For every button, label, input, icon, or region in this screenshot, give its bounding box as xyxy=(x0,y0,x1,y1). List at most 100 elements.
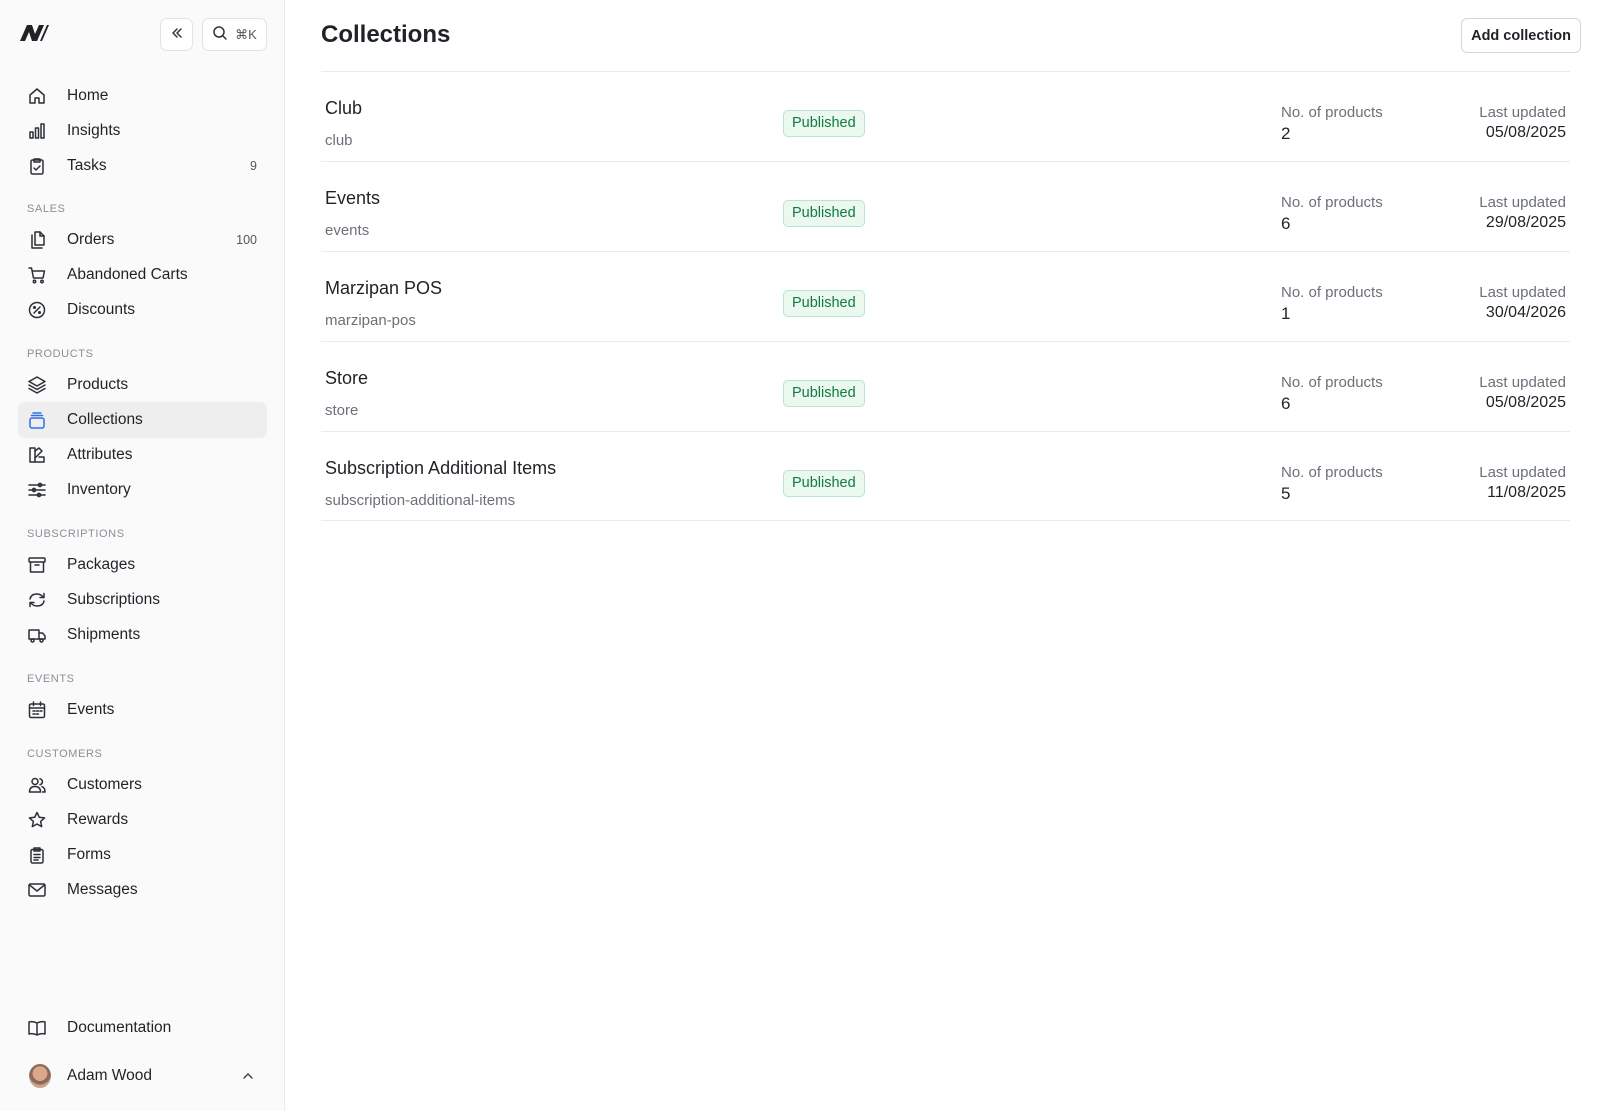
sidebar-item-documentation[interactable]: Documentation xyxy=(18,1010,267,1046)
last-updated-label: Last updated xyxy=(1479,284,1566,301)
forms-icon xyxy=(27,845,47,865)
collection-name[interactable]: Store xyxy=(325,368,368,389)
calendar-icon xyxy=(27,700,47,720)
cart-icon xyxy=(27,265,47,285)
collection-row[interactable]: Subscription Additional Items subscriptio… xyxy=(321,431,1570,521)
search-icon xyxy=(212,25,228,44)
product-count-label: No. of products xyxy=(1281,464,1383,481)
archive-icon xyxy=(27,555,47,575)
sidebar-item-events[interactable]: Events xyxy=(18,692,267,728)
sidebar-item-discounts[interactable]: Discounts xyxy=(18,292,267,328)
attributes-icon xyxy=(27,445,47,465)
last-updated-date: 29/08/2025 xyxy=(1485,214,1566,231)
sidebar-item-attributes[interactable]: Attributes xyxy=(18,437,267,473)
last-updated-label: Last updated xyxy=(1479,194,1566,211)
last-updated-label: Last updated xyxy=(1479,464,1566,481)
section-title-customers: Customers xyxy=(27,748,103,760)
collection-name[interactable]: Subscription Additional Items xyxy=(325,458,556,479)
last-updated-date: 05/08/2025 xyxy=(1485,124,1566,141)
status-badge: Published xyxy=(783,110,865,137)
section-title-sales: Sales xyxy=(27,203,66,215)
collection-name[interactable]: Club xyxy=(325,98,362,119)
last-updated-label: Last updated xyxy=(1479,374,1566,391)
chevrons-left-icon xyxy=(170,26,184,43)
section-title-subscriptions: Subscriptions xyxy=(27,528,125,540)
sidebar-item-abandoned-carts[interactable]: Abandoned Carts xyxy=(18,257,267,293)
sidebar-item-collections[interactable]: Collections xyxy=(18,402,267,438)
sidebar-item-label: Collections xyxy=(67,411,143,428)
sidebar-item-label: Insights xyxy=(67,122,121,139)
last-updated-date: 30/04/2026 xyxy=(1485,304,1566,321)
sidebar-item-label: Inventory xyxy=(67,481,131,498)
sidebar-item-home[interactable]: Home xyxy=(18,78,267,114)
status-badge: Published xyxy=(783,470,865,497)
sidebar-item-label: Abandoned Carts xyxy=(67,266,188,283)
user-menu[interactable]: Adam Wood xyxy=(18,1058,267,1094)
sidebar-item-packages[interactable]: Packages xyxy=(18,547,267,583)
avatar xyxy=(29,1064,51,1088)
collection-row[interactable]: Marzipan POS marzipan-pos Published No. of … xyxy=(321,251,1570,341)
status-badge: Published xyxy=(783,200,865,227)
search-shortcut: ⌘K xyxy=(235,26,257,42)
collection-list: Club club Published No. of products 2 Last up… xyxy=(321,71,1570,521)
product-count-label: No. of products xyxy=(1281,104,1383,121)
sidebar-topbar: ⌘K xyxy=(0,0,284,66)
users-icon xyxy=(27,775,47,795)
refresh-icon xyxy=(27,590,47,610)
chevron-up-icon xyxy=(241,1069,255,1083)
home-icon xyxy=(27,86,47,106)
main-content: Collections Add collection Club club Publi… xyxy=(285,0,1600,1111)
truck-icon xyxy=(27,625,47,645)
status-badge: Published xyxy=(783,290,865,317)
sidebar-item-label: Documentation xyxy=(67,1019,172,1036)
search-button[interactable]: ⌘K xyxy=(202,18,267,51)
brand-logo-icon[interactable] xyxy=(18,22,50,44)
add-collection-button[interactable]: Add collection xyxy=(1461,18,1581,53)
sidebar-item-messages[interactable]: Messages xyxy=(18,872,267,908)
documents-icon xyxy=(27,230,47,250)
sidebar-item-customers[interactable]: Customers xyxy=(18,767,267,803)
sidebar-item-label: Orders xyxy=(67,231,115,248)
collapse-sidebar-button[interactable] xyxy=(160,18,193,51)
collection-row[interactable]: Store store Published No. of products 6 Last … xyxy=(321,341,1570,431)
collection-row[interactable]: Events events Published No. of products 6 Las… xyxy=(321,161,1570,251)
product-count: 1 xyxy=(1281,304,1291,323)
sidebar-item-label: Customers xyxy=(67,776,142,793)
sidebar-item-label: Shipments xyxy=(67,626,141,643)
sidebar-item-count: 9 xyxy=(250,159,257,173)
sidebar-item-tasks[interactable]: Tasks 9 xyxy=(18,148,267,184)
sidebar-item-label: Home xyxy=(67,87,109,104)
collection-icon xyxy=(27,410,47,430)
sidebar-item-orders[interactable]: Orders 100 xyxy=(18,222,267,258)
bar-chart-icon xyxy=(27,121,47,141)
sidebar-item-products[interactable]: Products xyxy=(18,367,267,403)
product-count-label: No. of products xyxy=(1281,194,1383,211)
collection-slug: store xyxy=(325,402,359,419)
book-icon xyxy=(27,1018,47,1038)
sidebar-item-label: Attributes xyxy=(67,446,133,463)
sidebar-item-label: Subscriptions xyxy=(67,591,161,608)
sidebar-item-shipments[interactable]: Shipments xyxy=(18,617,267,653)
collection-name[interactable]: Marzipan POS xyxy=(325,278,442,299)
sidebar-item-label: Packages xyxy=(67,556,136,573)
sidebar-item-subscriptions[interactable]: Subscriptions xyxy=(18,582,267,618)
product-count: 6 xyxy=(1281,394,1291,413)
clipboard-check-icon xyxy=(27,156,47,176)
product-count: 6 xyxy=(1281,214,1291,233)
sidebar-item-label: Messages xyxy=(67,881,138,898)
user-name: Adam Wood xyxy=(67,1067,153,1084)
collection-name[interactable]: Events xyxy=(325,188,380,209)
last-updated-date: 05/08/2025 xyxy=(1485,394,1566,411)
sidebar-item-label: Tasks xyxy=(67,157,107,174)
sidebar-item-insights[interactable]: Insights xyxy=(18,113,267,149)
collection-slug: events xyxy=(325,222,370,239)
product-count: 5 xyxy=(1281,484,1291,503)
sidebar-item-forms[interactable]: Forms xyxy=(18,837,267,873)
product-count-label: No. of products xyxy=(1281,284,1383,301)
status-badge: Published xyxy=(783,380,865,407)
discount-icon xyxy=(27,300,47,320)
sidebar-item-rewards[interactable]: Rewards xyxy=(18,802,267,838)
sidebar-item-inventory[interactable]: Inventory xyxy=(18,472,267,508)
sidebar-item-label: Events xyxy=(67,701,115,718)
collection-row[interactable]: Club club Published No. of products 2 Last up… xyxy=(321,71,1570,161)
